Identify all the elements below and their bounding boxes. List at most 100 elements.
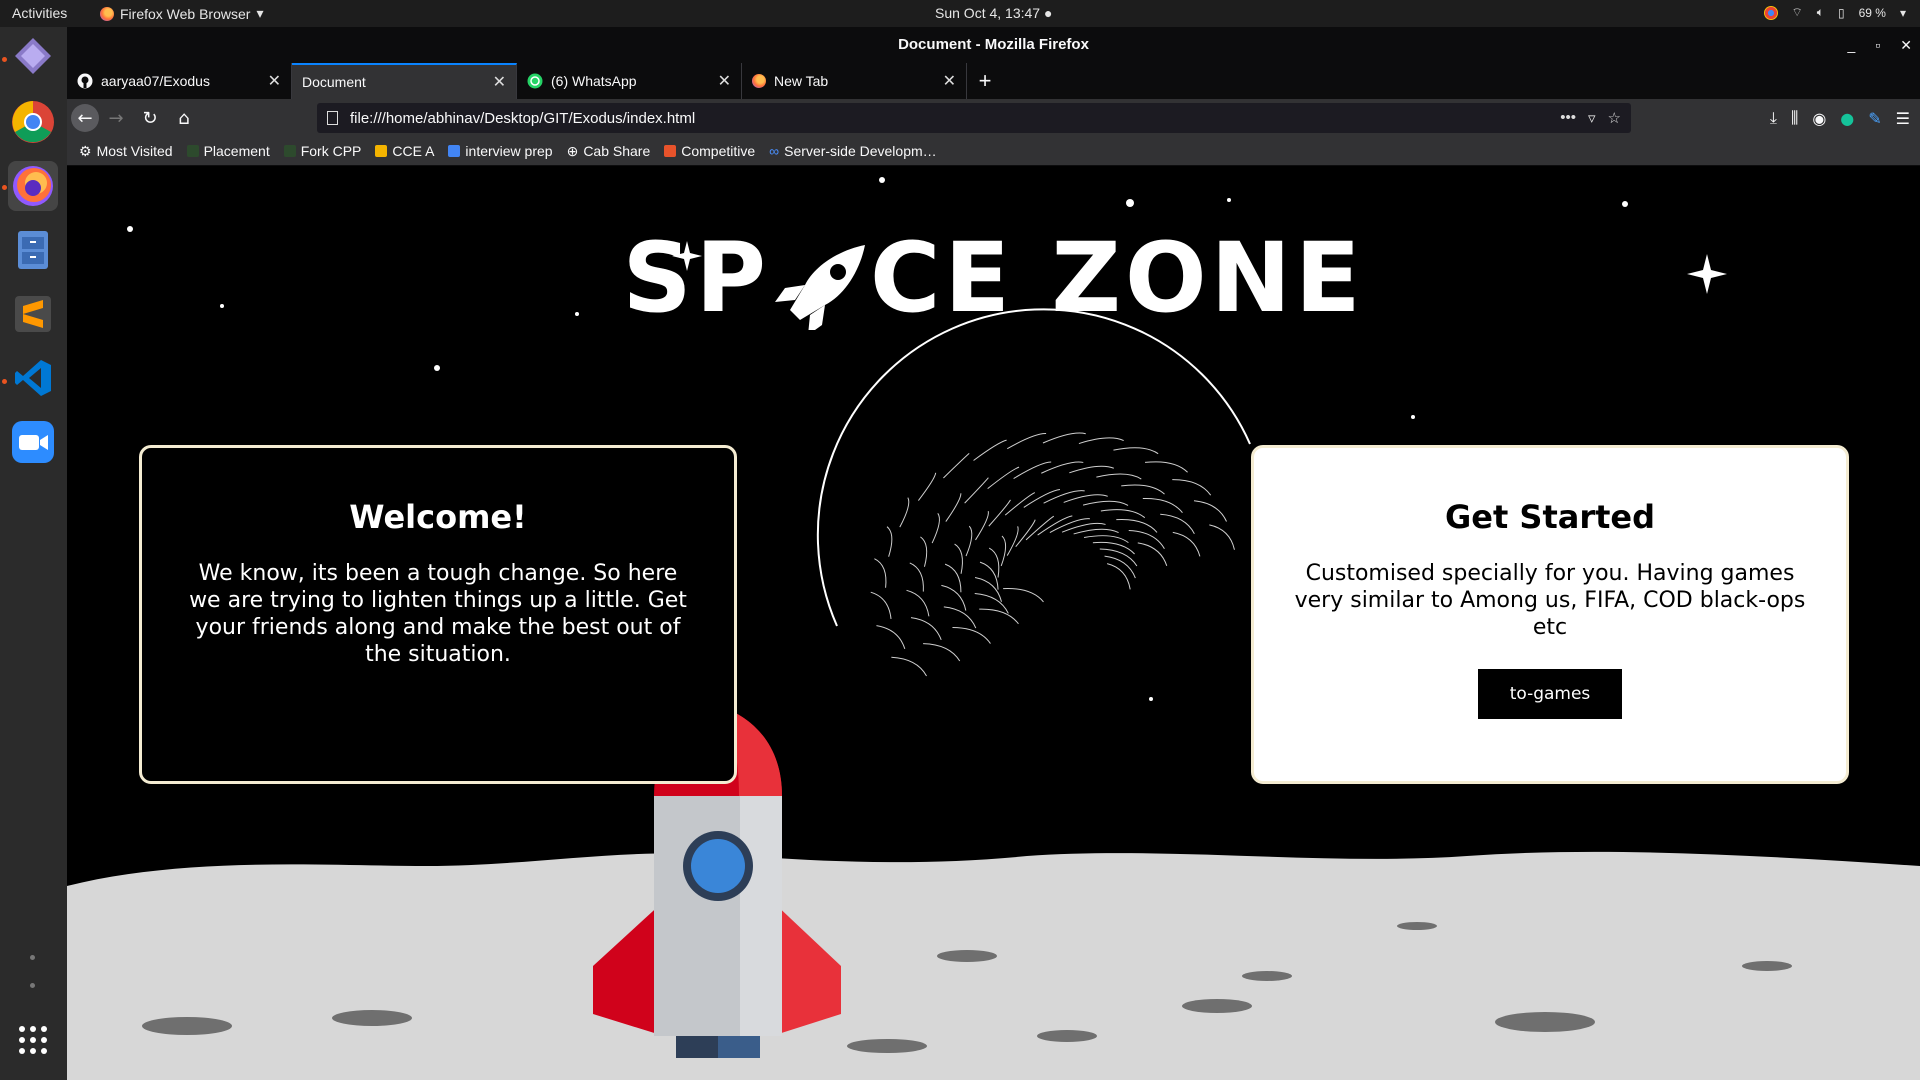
planet-texture [1073, 528, 1119, 535]
close-window-button[interactable]: ✕ [1900, 27, 1912, 63]
bookmark-cce-a[interactable]: CCE A [375, 143, 434, 159]
planet-texture [1106, 563, 1131, 590]
planet-texture [1144, 461, 1188, 473]
doc-icon [448, 145, 461, 157]
planet-texture [1042, 432, 1086, 444]
folder-icon [186, 145, 199, 157]
system-tray[interactable]: ⌔ 🔈︎ ▯ 69 % ▾ [1763, 5, 1906, 20]
bookmark-fork-cpp[interactable]: Fork CPP [283, 143, 361, 159]
planet-texture [1004, 492, 1036, 516]
show-applications-button[interactable] [8, 1015, 58, 1065]
bookmark-star-icon[interactable]: ☆ [1608, 109, 1621, 127]
sublime-text-icon [15, 296, 51, 332]
planet-texture [1069, 465, 1114, 474]
close-tab-icon[interactable]: ✕ [268, 71, 281, 91]
close-tab-icon[interactable]: ✕ [718, 71, 731, 91]
close-tab-icon[interactable]: ✕ [493, 72, 506, 92]
home-button[interactable]: ⌂ [167, 103, 201, 133]
tab-document[interactable]: Document ✕ [292, 63, 517, 99]
plus-icon: + [978, 68, 992, 93]
planet-texture [1209, 524, 1235, 550]
system-top-bar: Activities Firefox Web Browser ▾ Sun Oct… [0, 0, 1920, 27]
star [1411, 415, 1415, 419]
bookmark-placement[interactable]: Placement [186, 143, 270, 159]
star [1126, 199, 1134, 207]
crater [1742, 961, 1792, 971]
app-menu-label: Firefox Web Browser [120, 5, 251, 22]
app-menu[interactable]: Firefox Web Browser ▾ [100, 5, 263, 22]
planet-texture [1061, 522, 1106, 533]
planet-texture [1113, 447, 1159, 455]
back-button[interactable]: ← [71, 104, 99, 132]
page-content: SP CE ZONE Welcome! We know, its been a t… [67, 166, 1920, 1080]
hamburger-menu-icon[interactable]: ☰ [1896, 109, 1910, 128]
planet-texture [973, 439, 1007, 461]
dock-app-files[interactable] [8, 225, 58, 275]
folder-icon [283, 145, 296, 157]
bookmark-most-visited[interactable]: ⚙ Most Visited [79, 143, 173, 160]
planet-texture [1007, 433, 1047, 450]
apps-grid-icon [19, 1026, 47, 1054]
welcome-card: Welcome! We know, its been a tough chang… [139, 445, 737, 784]
grammarly-icon[interactable]: ● [1840, 109, 1854, 128]
file-cabinet-icon [18, 231, 48, 269]
chevron-down-icon: ▾ [256, 5, 264, 21]
library-icon[interactable]: ⫼ [1791, 108, 1798, 128]
tab-new[interactable]: New Tab ✕ [742, 63, 967, 99]
activities-button[interactable]: Activities [12, 5, 67, 21]
dock-app-sublime[interactable] [8, 289, 58, 339]
notification-dot-icon: ● [1043, 5, 1053, 21]
tab-whatsapp[interactable]: (6) WhatsApp ✕ [517, 63, 742, 99]
rocket-body-shade [654, 796, 740, 1036]
window-controls: _ ▫ ✕ [1848, 27, 1913, 63]
planet-texture [943, 453, 970, 479]
minimize-button[interactable]: _ [1848, 27, 1856, 63]
close-tab-icon[interactable]: ✕ [943, 71, 956, 91]
planet-texture [1015, 519, 1036, 548]
downloads-icon[interactable]: ⤓ [1770, 108, 1777, 128]
planet-texture [910, 617, 942, 641]
bookmark-interview-prep[interactable]: interview prep [448, 143, 553, 159]
to-games-button[interactable]: to-games [1477, 669, 1623, 719]
planet-texture [1000, 535, 1007, 567]
url-text[interactable]: file:///home/abhinav/Desktop/GIT/Exodus/… [350, 110, 1560, 127]
firefox-window: Document - Mozilla Firefox _ ▫ ✕ aaryaa0… [67, 27, 1920, 1080]
rocket-window [691, 839, 745, 893]
planet-texture [874, 558, 887, 588]
pocket-icon[interactable]: ▿ [1588, 109, 1596, 127]
tab-bar: aaryaa07/Exodus ✕ Document ✕ (6) WhatsAp… [67, 63, 1920, 99]
firefox-icon [13, 166, 53, 206]
dock-app-diamond[interactable] [8, 31, 58, 81]
bookmark-competitive[interactable]: Competitive [664, 143, 755, 159]
maximize-button[interactable]: ▫ [1875, 27, 1880, 63]
url-bar[interactable]: file:///home/abhinav/Desktop/GIT/Exodus/… [317, 103, 1631, 133]
tab-label: New Tab [774, 73, 829, 89]
chrome-icon [1763, 5, 1778, 20]
dock-app-chrome[interactable] [8, 97, 58, 147]
reload-button[interactable]: ↻ [133, 103, 167, 133]
firefox-icon [100, 6, 114, 21]
account-icon[interactable]: ◉ [1812, 109, 1826, 128]
planet-texture [1082, 500, 1129, 506]
planet-texture [1003, 588, 1044, 603]
extension-icon[interactable]: ✎ [1868, 109, 1881, 128]
dock-app-vscode[interactable] [8, 353, 58, 403]
more-actions-icon[interactable]: ••• [1560, 109, 1576, 127]
planet-texture [923, 643, 961, 662]
moon-surface [67, 851, 1920, 1080]
clock[interactable]: Sun Oct 4, 13:47 ● [935, 5, 1052, 21]
new-tab-button[interactable]: + [967, 63, 1003, 99]
planet-texture [943, 606, 977, 629]
planet-texture [964, 477, 989, 504]
dock-app-firefox[interactable] [8, 161, 58, 211]
bookmark-cab-share[interactable]: ⊕ Cab Share [567, 143, 651, 160]
planet-texture [899, 497, 910, 528]
bookmark-label: Server-side Developm… [784, 143, 937, 159]
planet-texture [945, 493, 962, 522]
bookmark-server-side[interactable]: ∞ Server-side Developm… [769, 143, 936, 159]
tab-github[interactable]: aaryaa07/Exodus ✕ [67, 63, 292, 99]
dock-app-zoom[interactable] [8, 417, 58, 467]
forward-button[interactable]: → [99, 103, 133, 133]
planet-texture [1100, 509, 1146, 519]
crater [142, 1017, 232, 1035]
